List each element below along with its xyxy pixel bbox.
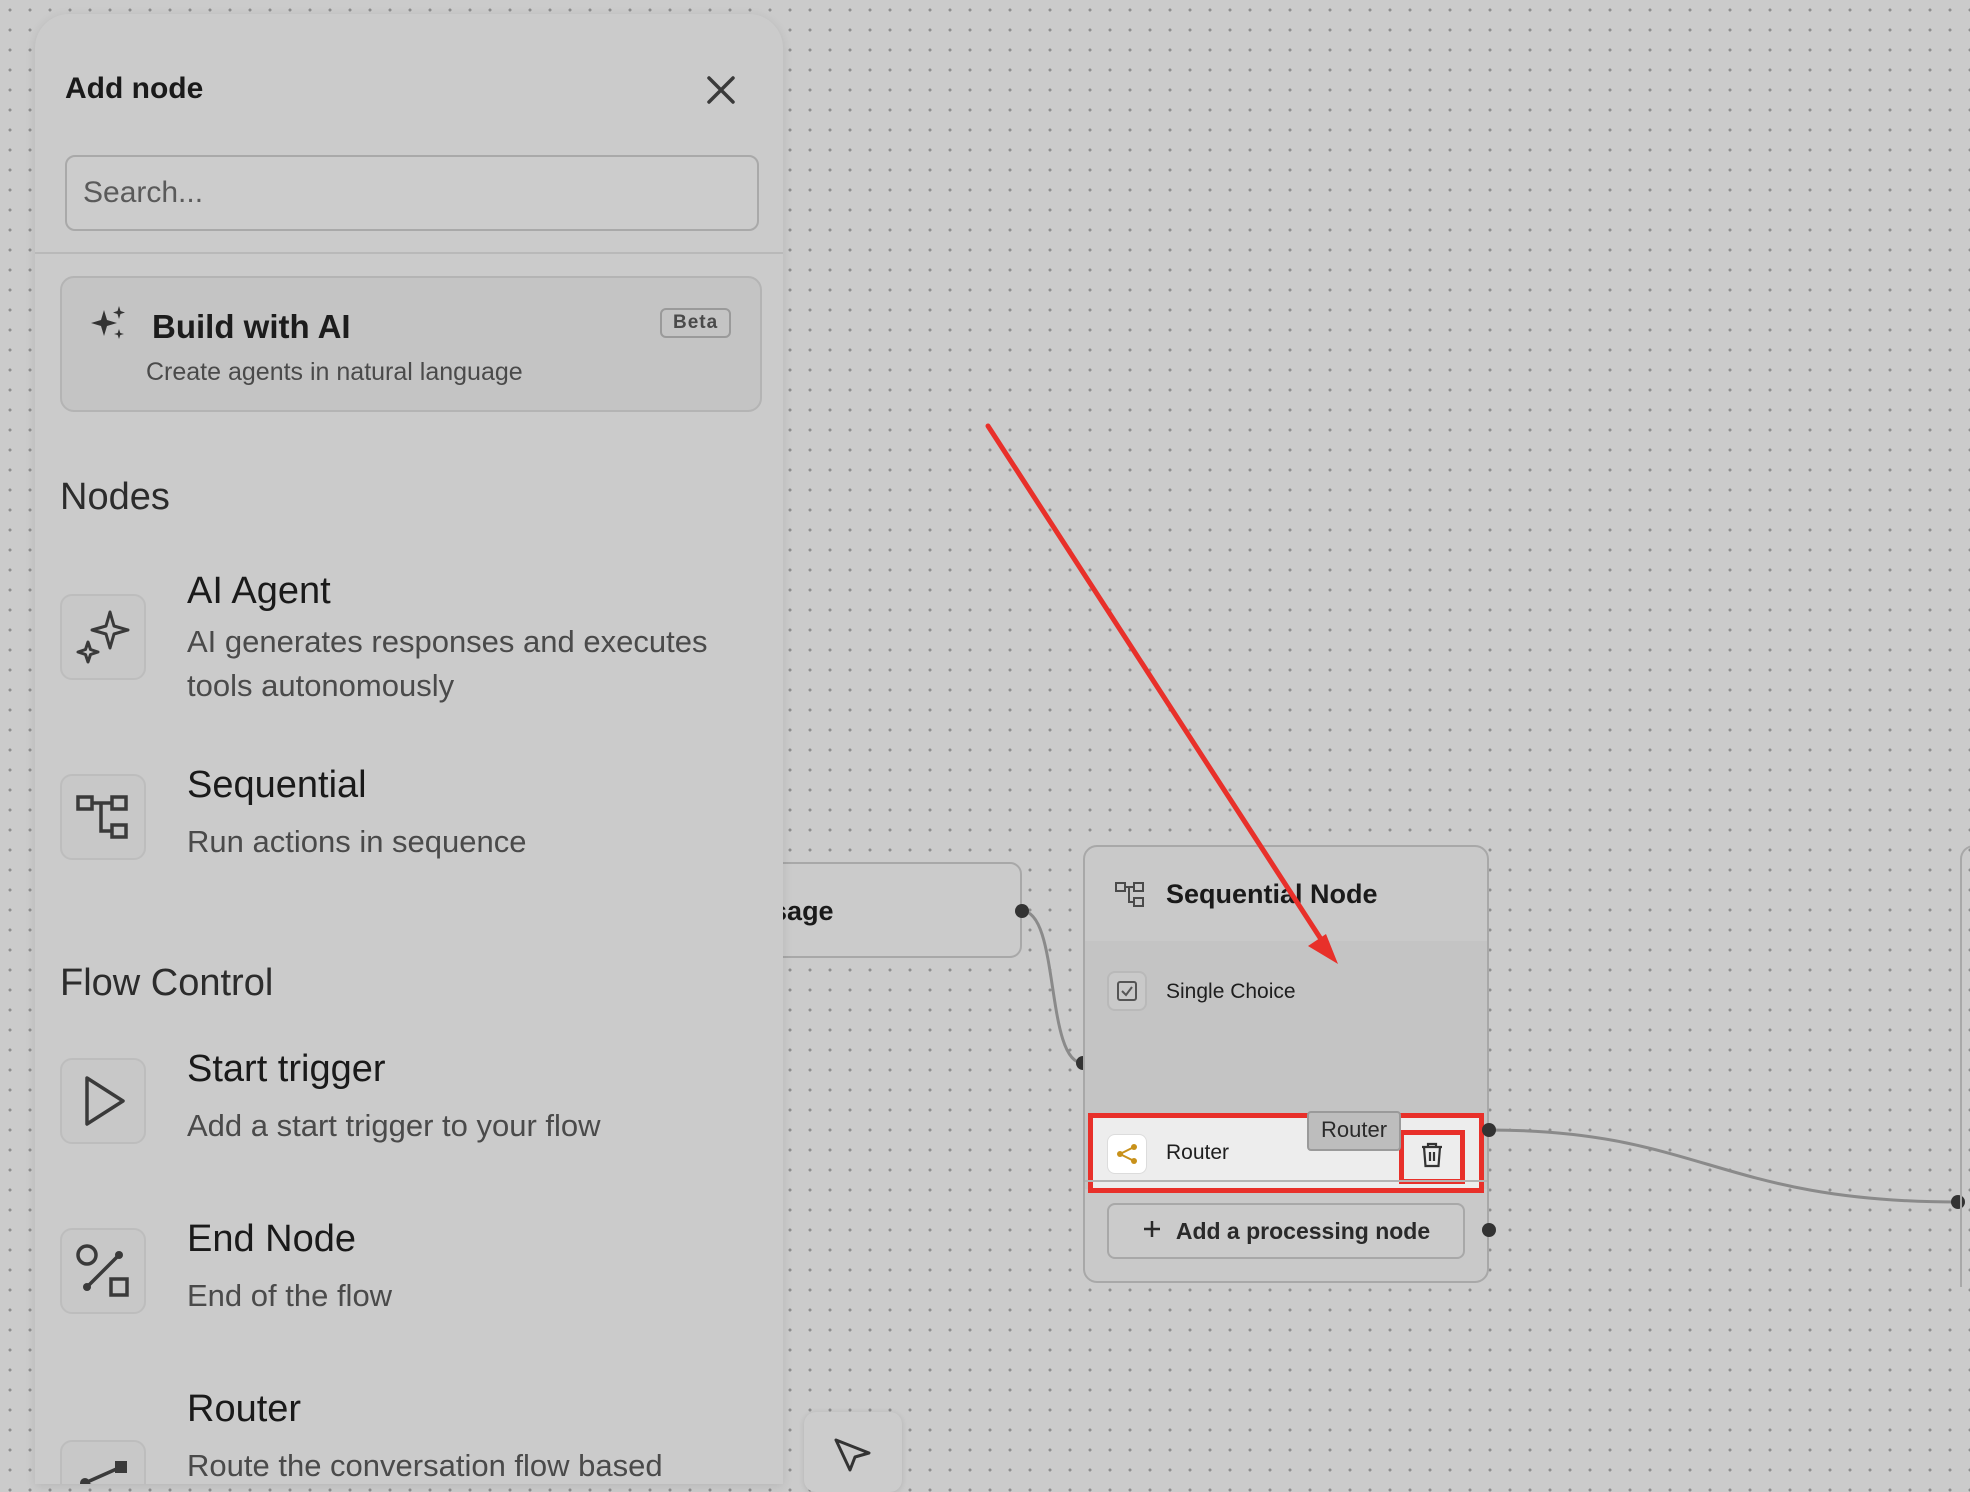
next-node[interactable] bbox=[1960, 845, 1970, 1287]
checkbox-icon bbox=[1107, 971, 1147, 1011]
search-input[interactable] bbox=[65, 155, 759, 231]
add-node-panel: Add node Build with AI Create agents in … bbox=[35, 14, 783, 1484]
node-desc-start-trigger: Add a start trigger to your flow bbox=[187, 1108, 601, 1143]
build-with-ai-card[interactable]: Build with AI Create agents in natural l… bbox=[60, 276, 762, 412]
sequential-icon bbox=[60, 774, 146, 860]
beta-badge: Beta bbox=[660, 308, 732, 338]
node-desc-end-node: End of the flow bbox=[187, 1278, 393, 1313]
pointer-tool-button[interactable] bbox=[804, 1412, 902, 1492]
node-item-end-node[interactable]: End Node End of the flow bbox=[60, 1214, 760, 1334]
router-row-label: Router bbox=[1166, 1141, 1230, 1164]
node-item-sequential[interactable]: Sequential Run actions in sequence bbox=[60, 764, 760, 884]
panel-divider bbox=[35, 252, 783, 254]
add-node-output-handle[interactable] bbox=[1482, 1223, 1496, 1237]
sparkle-icon bbox=[60, 594, 146, 680]
play-icon bbox=[60, 1058, 146, 1144]
continue-output-handle[interactable] bbox=[1482, 1123, 1496, 1137]
section-flow-control: Flow Control bbox=[60, 962, 274, 1004]
close-button[interactable] bbox=[695, 66, 747, 118]
build-with-ai-subtitle: Create agents in natural language bbox=[146, 358, 523, 386]
cursor-icon bbox=[833, 1436, 873, 1492]
node-item-ai-agent[interactable]: AI Agent AI generates responses and exec… bbox=[60, 554, 760, 714]
sequential-node-body: Single Choice Router continue bbox=[1085, 941, 1487, 1249]
add-processing-node-label: Add a processing node bbox=[1175, 1217, 1431, 1244]
sequential-node-title: Sequential Node bbox=[1166, 879, 1378, 909]
router-tooltip: Router bbox=[1307, 1111, 1402, 1151]
message-node-output-handle[interactable] bbox=[1015, 904, 1029, 918]
sequential-node[interactable]: Sequential Node Single Choice Router con… bbox=[1083, 845, 1489, 1283]
node-item-router[interactable]: Router Route the conversation flow based bbox=[60, 1384, 760, 1484]
single-choice-row[interactable]: Single Choice bbox=[1085, 963, 1487, 1019]
panel-title: Add node bbox=[65, 72, 204, 105]
section-nodes: Nodes bbox=[60, 476, 170, 518]
node-title-end-node: End Node bbox=[187, 1218, 357, 1260]
node-title-ai-agent: AI Agent bbox=[187, 570, 331, 612]
delete-button[interactable] bbox=[1399, 1130, 1465, 1184]
add-processing-node-button[interactable]: Add a processing node bbox=[1107, 1203, 1465, 1259]
single-choice-label: Single Choice bbox=[1166, 980, 1296, 1003]
node-desc-sequential: Run actions in sequence bbox=[187, 824, 527, 859]
node-desc-router: Route the conversation flow based bbox=[187, 1448, 663, 1483]
sparkles-icon bbox=[88, 304, 128, 349]
close-icon bbox=[706, 75, 736, 110]
node-title-router: Router bbox=[187, 1388, 302, 1430]
node-item-start-trigger[interactable]: Start trigger Add a start trigger to you… bbox=[60, 1044, 760, 1164]
plus-icon bbox=[1142, 1218, 1162, 1245]
node-divider bbox=[1085, 1180, 1487, 1182]
router-icon bbox=[1107, 1134, 1147, 1174]
node-desc-ai-agent: AI generates responses and executes tool… bbox=[187, 624, 708, 703]
sequential-icon bbox=[1115, 881, 1145, 914]
edge-sequential-to-next bbox=[1488, 1128, 1959, 1204]
edge-message-to-sequential bbox=[1021, 909, 1084, 1065]
trash-icon bbox=[1420, 1141, 1444, 1174]
node-title-start-trigger: Start trigger bbox=[187, 1048, 386, 1090]
build-with-ai-title: Build with AI bbox=[152, 308, 351, 345]
router-icon bbox=[60, 1440, 146, 1484]
node-title-sequential: Sequential bbox=[187, 764, 367, 806]
end-node-icon bbox=[60, 1228, 146, 1314]
